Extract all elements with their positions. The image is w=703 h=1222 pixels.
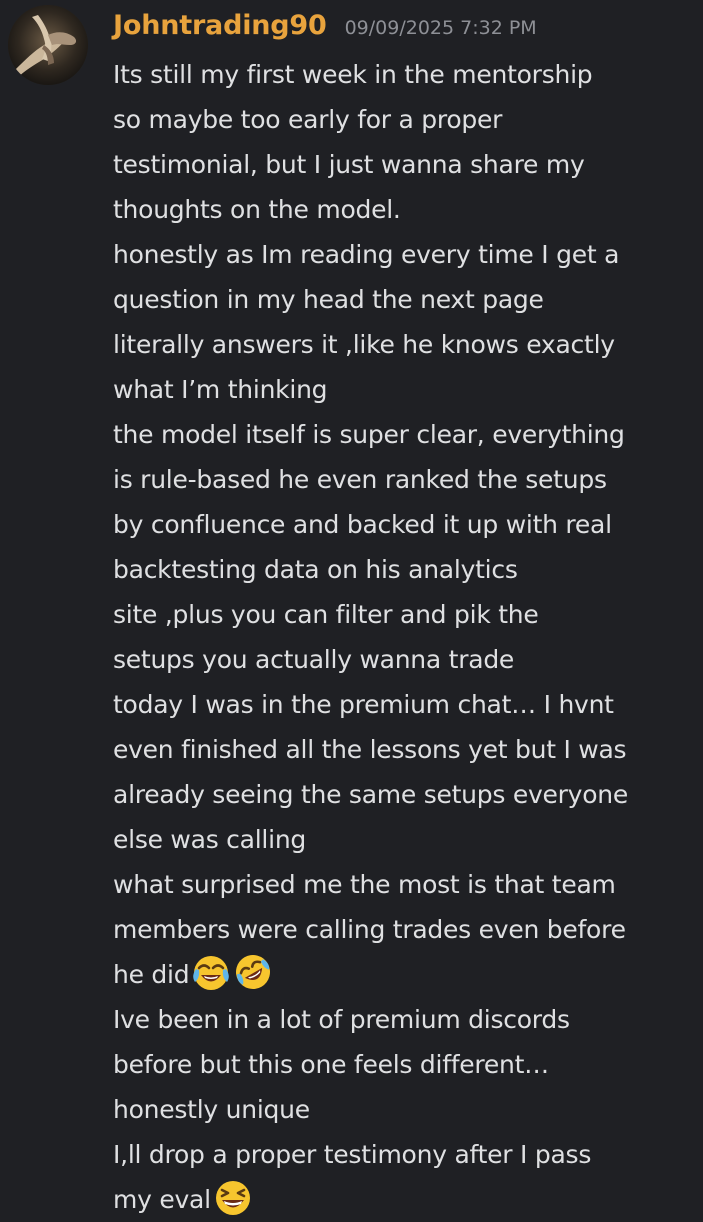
message-line: site ,plus you can filter and pik the (113, 600, 539, 629)
message-line: else was calling (113, 825, 307, 854)
message-line: Ive been in a lot of premium discords (113, 1005, 570, 1034)
message-line: question in my head the next page (113, 285, 544, 314)
author-username[interactable]: Johntrading90 (113, 10, 327, 41)
message-line: backtesting data on his analytics (113, 555, 518, 584)
message-line: what surprised me the most is that team (113, 870, 616, 899)
grinning-squinting-face-emoji-icon[interactable] (213, 1177, 253, 1217)
message-line: what I’m thinking (113, 375, 328, 404)
message-line: Its still my first week in the mentorshi… (113, 60, 593, 89)
message-line: by confluence and backed it up with real (113, 510, 612, 539)
user-avatar[interactable] (8, 5, 88, 85)
message-header: Johntrading90 09/09/2025 7:32 PM (113, 10, 537, 50)
message-line: literally answers it ,like he knows exac… (113, 330, 615, 359)
message-line: testimonial, but I just wanna share my (113, 150, 585, 179)
message-line: honestly unique (113, 1095, 310, 1124)
message-line: already seeing the same setups everyone (113, 780, 628, 809)
message-line-with-emoji: he did (113, 952, 698, 997)
message-timestamp: 09/09/2025 7:32 PM (344, 17, 537, 39)
message-line: members were calling trades even before (113, 915, 626, 944)
chat-message: Johntrading90 09/09/2025 7:32 PM Its sti… (0, 0, 703, 1217)
message-line: today I was in the premium chat… I hvnt (113, 690, 614, 719)
message-line: before but this one feels different… (113, 1050, 549, 1079)
message-line: so maybe too early for a proper (113, 105, 503, 134)
face-with-tears-of-joy-emoji-icon[interactable] (191, 952, 231, 992)
rolling-on-floor-laughing-emoji-icon[interactable] (233, 952, 273, 992)
hands-holding-avatar-icon (8, 5, 88, 85)
message-body: Its still my first week in the mentorshi… (113, 52, 698, 1222)
message-line: is rule-based he even ranked the setups (113, 465, 607, 494)
message-line: I,ll drop a proper testimony after I pas… (113, 1140, 592, 1169)
message-line: even finished all the lessons yet but I … (113, 735, 627, 764)
message-line-text: my eval (113, 1185, 211, 1214)
message-line: thoughts on the model. (113, 195, 401, 224)
message-line: the model itself is super clear, everyth… (113, 420, 625, 449)
message-line-with-emoji: my eval (113, 1177, 698, 1222)
message-line: setups you actually wanna trade (113, 645, 515, 674)
message-line: honestly as Im reading every time I get … (113, 240, 620, 269)
message-line-text: he did (113, 960, 190, 989)
